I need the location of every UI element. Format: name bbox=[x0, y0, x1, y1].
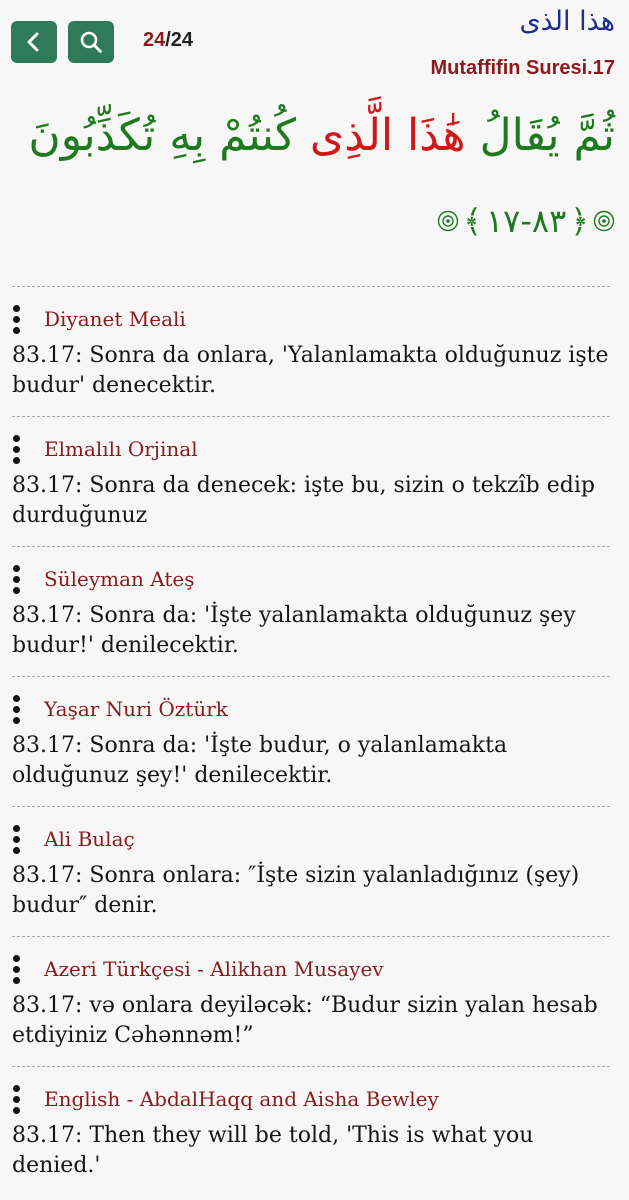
header-arabic-title: هذا الذى bbox=[519, 6, 615, 37]
translation-text: 83.17: Sonra da denecek: işte bu, sizin … bbox=[12, 473, 595, 528]
verse-number: ٨٣-١٧ bbox=[485, 202, 567, 240]
translation-item: Elmalılı Orjinal 83.17: Sonra da denecek… bbox=[0, 417, 629, 546]
page-counter: 24/24 bbox=[143, 29, 193, 52]
ornate-bracket-open: ﴾ bbox=[463, 202, 482, 240]
translation-name: Elmalılı Orjinal bbox=[44, 437, 198, 461]
chevron-left-icon bbox=[27, 32, 39, 52]
more-vert-icon[interactable] bbox=[1, 433, 31, 465]
more-vert-icon[interactable] bbox=[1, 303, 31, 335]
more-vert-icon[interactable] bbox=[1, 693, 31, 725]
verse-arabic-highlight: هَٰذَا الَّذِى bbox=[309, 110, 466, 161]
translations-list: Diyanet Meali 83.17: Sonra da onlara, 'Y… bbox=[0, 286, 629, 1196]
verse-arabic-after: كُنتُمْ بِهِ تُكَذِّبُونَ bbox=[28, 110, 296, 161]
translation-name: Azeri Türkçesi - Alikhan Musayev bbox=[44, 957, 384, 981]
more-vert-icon[interactable] bbox=[1, 953, 31, 985]
translation-text: 83.17: və onlara deyiləcək: “Budur sizin… bbox=[12, 993, 598, 1048]
translation-item: Ali Bulaç 83.17: Sonra onlara: ″İşte siz… bbox=[0, 807, 629, 936]
verse-arabic-before: ثُمَّ يُقَالُ bbox=[479, 110, 615, 161]
more-vert-icon[interactable] bbox=[1, 1083, 31, 1115]
translation-item: Yaşar Nuri Öztürk 83.17: Sonra da: 'İşte… bbox=[0, 677, 629, 806]
translation-name: Ali Bulaç bbox=[44, 827, 135, 851]
rosette-icon bbox=[438, 210, 459, 232]
more-vert-icon[interactable] bbox=[1, 563, 31, 595]
translation-name: English - AbdalHaqq and Aisha Bewley bbox=[44, 1087, 439, 1111]
more-vert-icon[interactable] bbox=[1, 823, 31, 855]
top-bar: 24/24 هذا الذى Mutaffifin Suresi.17 bbox=[0, 0, 629, 96]
translation-item: Süleyman Ateş 83.17: Sonra da: 'İşte yal… bbox=[0, 547, 629, 676]
translation-text: 83.17: Sonra onlara: ″İşte sizin yalanla… bbox=[12, 863, 580, 918]
verse-arabic-text: ثُمَّ يُقَالُ هَٰذَا الَّذِى كُنتُمْ بِه… bbox=[15, 104, 615, 168]
translation-name: Süleyman Ateş bbox=[44, 567, 195, 591]
search-button[interactable] bbox=[68, 21, 114, 63]
search-icon bbox=[80, 31, 102, 53]
translation-item: English - AbdalHaqq and Aisha Bewley 83.… bbox=[0, 1067, 629, 1196]
translation-item: Azeri Türkçesi - Alikhan Musayev 83.17: … bbox=[0, 937, 629, 1066]
translation-item: Diyanet Meali 83.17: Sonra da onlara, 'Y… bbox=[0, 287, 629, 416]
surah-title: Mutaffifin Suresi.17 bbox=[430, 57, 615, 79]
translation-text: 83.17: Sonra da onlara, 'Yalanlamakta ol… bbox=[12, 343, 609, 398]
translation-text: 83.17: Sonra da: 'İşte budur, o yalanlam… bbox=[12, 733, 508, 788]
translation-name: Diyanet Meali bbox=[44, 307, 186, 331]
translation-text: 83.17: Then they will be told, 'This is … bbox=[12, 1123, 534, 1178]
rosette-icon bbox=[593, 210, 615, 232]
translation-text: 83.17: Sonra da: 'İşte yalanlamakta oldu… bbox=[12, 603, 576, 658]
verse-number-marker: ﴾ ٨٣-١٧ ﴿ bbox=[437, 202, 615, 240]
ornate-bracket-close: ﴿ bbox=[570, 202, 589, 240]
verse-block: ثُمَّ يُقَالُ هَٰذَا الَّذِى كُنتُمْ بِه… bbox=[0, 96, 629, 284]
page-current: 24 bbox=[143, 29, 166, 51]
page-total: /24 bbox=[165, 29, 194, 51]
translation-name: Yaşar Nuri Öztürk bbox=[44, 697, 228, 721]
back-button[interactable] bbox=[11, 21, 57, 63]
